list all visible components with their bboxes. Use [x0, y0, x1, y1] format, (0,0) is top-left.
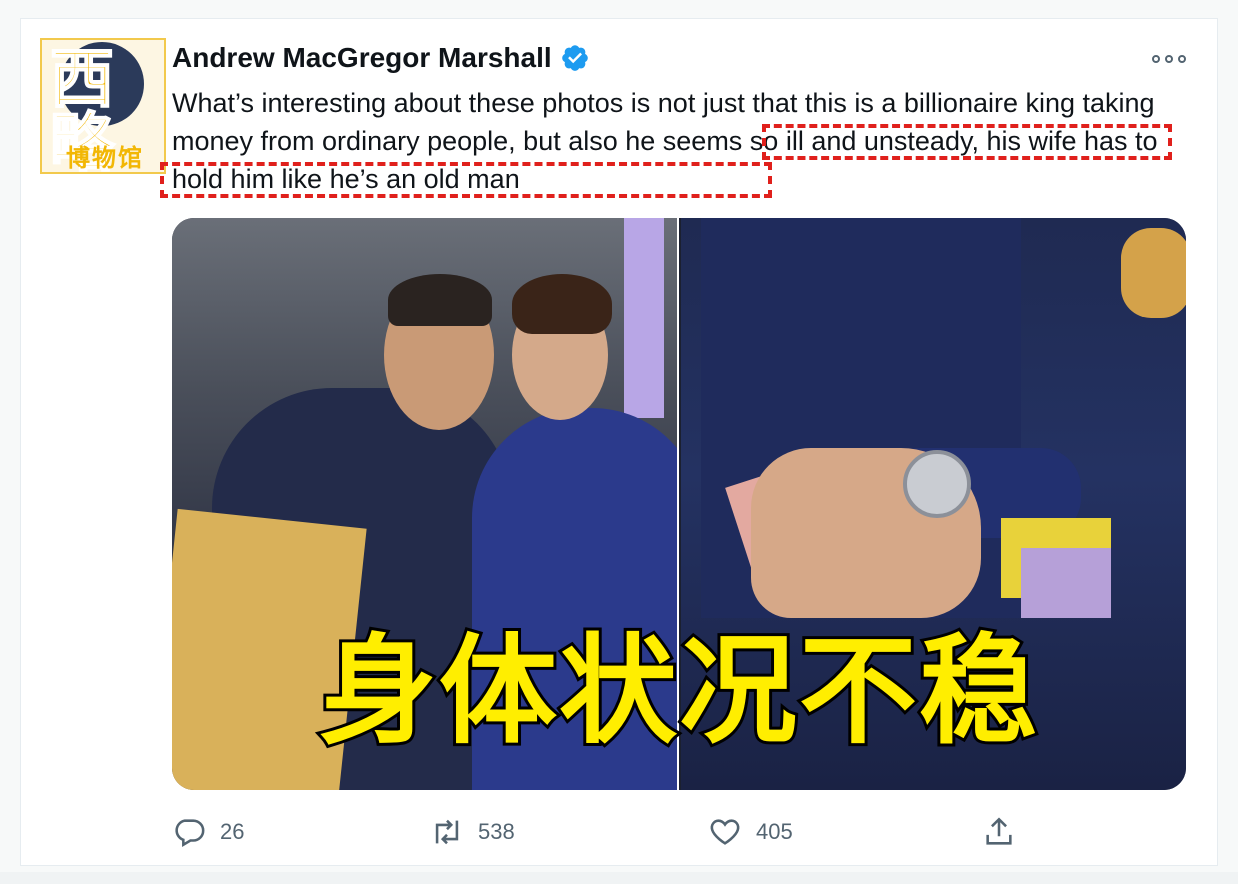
- purple-cloth: [1021, 548, 1111, 618]
- bottom-edge: [0, 872, 1238, 884]
- retweet-count: 538: [478, 819, 515, 844]
- action-bar: 26 538 405: [172, 808, 1032, 856]
- more-dot: [1152, 55, 1160, 63]
- heart-icon: [710, 819, 740, 845]
- more-dot: [1165, 55, 1173, 63]
- reply-button[interactable]: 26: [172, 808, 244, 856]
- background-flag: [624, 218, 664, 418]
- author-name[interactable]: Andrew MacGregor Marshall: [172, 42, 552, 74]
- reply-icon: [175, 819, 205, 848]
- share-icon: [986, 817, 1012, 845]
- author-row: Andrew MacGregor Marshall: [172, 42, 590, 74]
- more-icon[interactable]: [1152, 50, 1186, 68]
- retweet-button[interactable]: 538: [430, 808, 515, 856]
- share-button[interactable]: [982, 808, 1016, 856]
- wristwatch: [903, 450, 971, 518]
- like-count: 405: [756, 819, 793, 844]
- tweet-text: What’s interesting about these photos is…: [172, 84, 1182, 198]
- verified-badge-icon: [561, 45, 588, 71]
- reply-count: 26: [220, 819, 245, 844]
- retweet-icon: [435, 819, 459, 845]
- media-image[interactable]: 身体状况不稳: [172, 218, 1186, 790]
- image-caption: 身体状况不稳: [316, 619, 1040, 763]
- watermark-logo-sub: 博物馆: [66, 144, 144, 172]
- avatar[interactable]: 西略 博物馆: [40, 38, 166, 174]
- king-hair: [388, 274, 492, 326]
- gold-ornament: [1121, 228, 1186, 318]
- queen-hair: [512, 274, 612, 334]
- like-button[interactable]: 405: [708, 808, 793, 856]
- more-dot: [1178, 55, 1186, 63]
